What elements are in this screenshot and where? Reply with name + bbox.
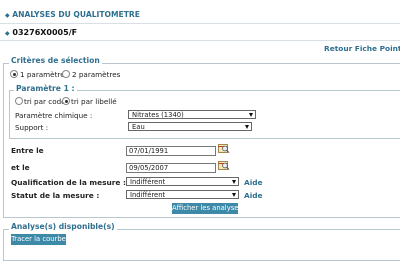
chevron-down-icon bbox=[249, 112, 253, 117]
qualification-label: Qualification de la mesure : bbox=[11, 178, 126, 187]
two-params-radio[interactable] bbox=[62, 70, 70, 78]
chem-param-select[interactable]: Nitrates (1340) bbox=[128, 110, 256, 119]
start-date-label: Entre le bbox=[11, 146, 44, 155]
chevron-down-icon bbox=[232, 192, 236, 197]
support-label: Support : bbox=[15, 123, 49, 132]
chem-param-label: Paramètre chimique : bbox=[15, 111, 93, 120]
status-label: Statut de la mesure : bbox=[11, 191, 100, 200]
start-date-input[interactable]: 07/01/1991 bbox=[126, 146, 216, 156]
chem-param-value: Nitrates (1340) bbox=[132, 111, 184, 119]
status-help-link[interactable]: Aide bbox=[244, 191, 263, 200]
sort-code-radio[interactable] bbox=[15, 97, 23, 105]
qualification-value: Indifférent bbox=[130, 178, 166, 186]
station-code-text: 03276X0005/F bbox=[12, 28, 78, 37]
sort-libelle-radio[interactable] bbox=[62, 97, 70, 105]
param1-legend: Paramètre 1 : bbox=[14, 84, 77, 93]
one-param-label: 1 paramètre bbox=[20, 70, 65, 79]
plot-curve-button[interactable]: Tracer la courbe bbox=[11, 234, 66, 245]
available-legend: Analyse(s) disponible(s) bbox=[9, 222, 117, 231]
qualification-select[interactable]: Indifférent bbox=[126, 177, 239, 186]
bullet-icon: ◆ bbox=[5, 30, 10, 37]
section-title-text: ANALYSES DU QUALITOMETRE bbox=[12, 10, 140, 19]
sort-libelle-label: tri par libellé bbox=[71, 97, 117, 106]
two-params-label: 2 paramètres bbox=[72, 70, 121, 79]
status-value: Indifférent bbox=[130, 191, 166, 199]
divider bbox=[0, 23, 400, 24]
calendar-search-icon[interactable] bbox=[218, 143, 230, 154]
support-value: Eau bbox=[132, 123, 145, 131]
criteria-legend: Critères de sélection bbox=[9, 56, 102, 65]
station-code: ◆ 03276X0005/F bbox=[5, 28, 77, 37]
calendar-search-icon[interactable] bbox=[218, 160, 230, 171]
chevron-down-icon bbox=[232, 179, 236, 184]
end-date-input[interactable]: 09/05/2007 bbox=[126, 163, 216, 173]
one-param-radio[interactable] bbox=[10, 70, 18, 78]
status-select[interactable]: Indifférent bbox=[126, 190, 239, 199]
divider bbox=[0, 40, 400, 41]
support-select[interactable]: Eau bbox=[128, 122, 252, 131]
return-link[interactable]: Retour Fiche Point ea bbox=[324, 44, 400, 53]
section-title: ◆ ANALYSES DU QUALITOMETRE bbox=[5, 10, 140, 19]
bullet-icon: ◆ bbox=[5, 12, 10, 19]
show-analyses-button[interactable]: Afficher les analyses bbox=[172, 203, 242, 214]
chevron-down-icon bbox=[245, 124, 249, 129]
qualification-help-link[interactable]: Aide bbox=[244, 178, 263, 187]
sort-code-label: tri par code bbox=[24, 97, 66, 106]
end-date-label: et le bbox=[11, 163, 30, 172]
